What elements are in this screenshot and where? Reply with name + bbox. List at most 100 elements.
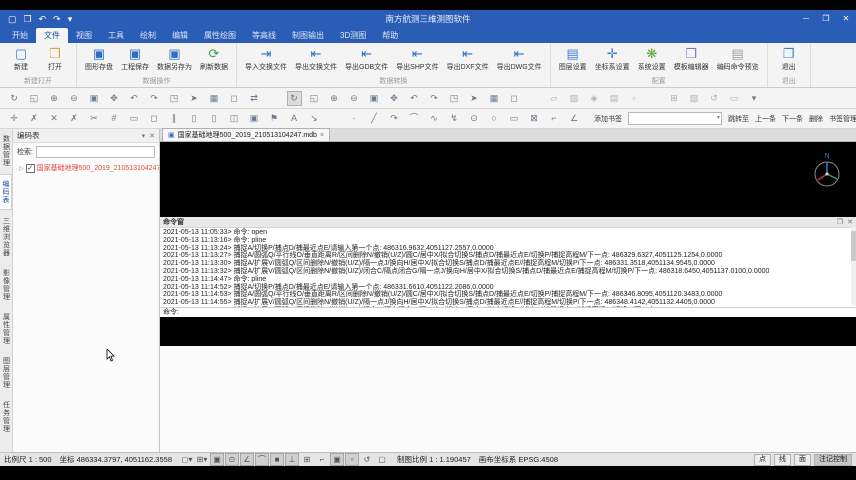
ribbon-tab[interactable]: 文件 <box>36 28 68 43</box>
tree-checkbox[interactable]: ✓ <box>26 164 35 173</box>
ribbon-tab[interactable]: 绘制 <box>132 28 164 43</box>
tree-row[interactable]: ▷ ✓ 国家基础地理500_2019_210513104247.mdb (.. <box>13 161 159 173</box>
ribbon-tab[interactable]: 属性绘图 <box>196 28 244 43</box>
toolbar-icon[interactable]: ▨ <box>567 91 582 106</box>
status-toggle-icon[interactable]: ↺ <box>360 453 374 466</box>
toolbar-icon[interactable]: ◱ <box>307 91 322 106</box>
toolbar-icon[interactable]: ▫ <box>627 91 642 106</box>
ribbon-button[interactable]: ❋ 系统设置 <box>635 45 669 72</box>
toolbar-icon[interactable]: ◈ <box>587 91 602 106</box>
toolbar-icon[interactable]: ∥ <box>167 111 182 126</box>
toolbar-icon[interactable]: ↘ <box>307 111 322 126</box>
panel-window-icon[interactable]: ✕ <box>847 218 853 226</box>
toolbar-icon[interactable]: ∿ <box>427 111 442 126</box>
side-tab[interactable]: 任务管理 <box>1 396 12 438</box>
toolbar-icon[interactable]: ⊠ <box>527 111 542 126</box>
status-toggle-icon[interactable]: ⊙ <box>225 453 239 466</box>
ribbon-button[interactable]: ✛ 坐标系设置 <box>592 45 633 72</box>
tree-expander-icon[interactable]: ▷ <box>19 165 24 172</box>
document-tab[interactable]: ▣ 国家基础地理500_2019_210513104247.mdb × <box>162 128 330 141</box>
ribbon-button[interactable]: ▣ 工程保存 <box>118 45 152 72</box>
status-mode-button[interactable]: 线 <box>774 454 791 466</box>
ribbon-tab[interactable]: 编辑 <box>164 28 196 43</box>
side-tab[interactable]: 图层管理 <box>1 352 12 394</box>
side-tab[interactable]: 属性管理 <box>1 308 12 350</box>
toolbar-icon[interactable]: ⊕ <box>327 91 342 106</box>
quick-access-icon[interactable]: ❒ <box>24 10 32 28</box>
goto-bookmark-button[interactable]: 跳转至 <box>728 114 749 124</box>
command-input[interactable]: 命令: <box>160 307 856 317</box>
ribbon-button[interactable]: ⟳ 刷新数据 <box>197 45 231 72</box>
toolbar-icon[interactable]: ↷ <box>427 91 442 106</box>
toolbar-icon[interactable]: ➤ <box>187 91 202 106</box>
toolbar-icon[interactable]: ↺ <box>707 91 722 106</box>
toolbar-icon[interactable]: ✛ <box>7 111 22 126</box>
toolbar-icon[interactable]: ⚑ <box>267 111 282 126</box>
toolbar-icon[interactable]: ⌐ <box>547 111 562 126</box>
toolbar-icon[interactable]: ✥ <box>107 91 122 106</box>
toolbar-icon[interactable]: ◻ <box>507 91 522 106</box>
toolbar-icon[interactable]: ◱ <box>27 91 42 106</box>
ribbon-tab[interactable]: 开始 <box>4 28 36 43</box>
toolbar-icon[interactable]: ▯ <box>187 111 202 126</box>
toolbar-icon[interactable]: ↻ <box>7 91 22 106</box>
side-tab[interactable]: 数据管理 <box>1 130 12 172</box>
quick-access-icon[interactable]: ▢ <box>8 10 17 28</box>
toolbar-icon[interactable]: ✂ <box>87 111 102 126</box>
panel-window-icon[interactable]: ❐ <box>837 218 843 226</box>
toolbar-icon[interactable]: ▭ <box>127 111 142 126</box>
toolbar-icon[interactable] <box>647 91 662 106</box>
toolbar-icon[interactable]: ▣ <box>367 91 382 106</box>
ribbon-tab[interactable]: 3D测图 <box>332 28 374 43</box>
toolbar-icon[interactable]: ✕ <box>47 111 62 126</box>
status-toggle-icon[interactable]: ⊥ <box>285 453 299 466</box>
toolbar-icon[interactable]: ✗ <box>27 111 42 126</box>
toolbar-icon[interactable]: ↷ <box>147 91 162 106</box>
ribbon-button[interactable]: ▢ 新建 <box>5 45 37 72</box>
ribbon-button[interactable]: ▤ 图层设置 <box>556 45 590 72</box>
status-toggle-icon[interactable]: ▢ <box>375 453 389 466</box>
side-tab[interactable]: 编码表 <box>0 174 12 210</box>
toolbar-icon[interactable]: ▣ <box>247 111 262 126</box>
toolbar-icon[interactable]: ▧ <box>687 91 702 106</box>
status-toggle-icon[interactable]: ∠ <box>240 453 254 466</box>
status-toggle-icon[interactable]: ▫ <box>345 453 359 466</box>
toolbar-icon[interactable]: ↻ <box>287 91 302 106</box>
ribbon-tab[interactable]: 视图 <box>68 28 100 43</box>
toolbar-icon[interactable]: ◳ <box>447 91 462 106</box>
delete-bookmark-button[interactable]: 删除 <box>809 114 823 124</box>
status-toggle-icon[interactable]: ■ <box>270 453 284 466</box>
ribbon-tab[interactable]: 工具 <box>100 28 132 43</box>
toolbar-icon[interactable]: ✥ <box>387 91 402 106</box>
side-tab[interactable]: 三维浏览器 <box>1 212 12 262</box>
toolbar-icon[interactable]: ➤ <box>467 91 482 106</box>
quick-access-icon[interactable]: ↶ <box>39 10 47 28</box>
toolbar-icon[interactable]: ╱ <box>367 111 382 126</box>
toolbar-icon[interactable]: ⇄ <box>247 91 262 106</box>
quick-access-icon[interactable]: ↷ <box>53 10 61 28</box>
toolbar-icon[interactable]: ▯ <box>207 111 222 126</box>
toolbar-icon[interactable]: · <box>347 111 362 126</box>
ribbon-button[interactable]: ⇤ 导出DXF文件 <box>444 45 492 72</box>
toolbar-icon[interactable]: ◫ <box>227 111 242 126</box>
toolbar-icon[interactable]: ⊕ <box>47 91 62 106</box>
ribbon-button[interactable]: ⇤ 导出SHP文件 <box>393 45 441 72</box>
status-toggle-icon[interactable]: ◻▾ <box>180 453 194 466</box>
bookmark-combo-input[interactable] <box>628 112 722 125</box>
toolbar-icon[interactable]: ▦ <box>487 91 502 106</box>
ribbon-button[interactable]: ⇤ 导出GDB文件 <box>342 45 391 72</box>
ribbon-tab[interactable]: 等高线 <box>244 28 284 43</box>
status-mode-button[interactable]: 面 <box>794 454 811 466</box>
toolbar-icon[interactable]: ⊖ <box>347 91 362 106</box>
toolbar-icon[interactable]: ⌒ <box>407 111 422 126</box>
status-toggle-icon[interactable]: ▣ <box>330 453 344 466</box>
window-control-button[interactable]: ✕ <box>836 10 856 28</box>
status-toggle-icon[interactable]: ⊞ <box>300 453 314 466</box>
toolbar-icon[interactable]: ⊖ <box>67 91 82 106</box>
toolbar-icon[interactable]: ▤ <box>607 91 622 106</box>
ribbon-button[interactable]: ▤ 编码命令预览 <box>714 45 762 72</box>
toolbar-icon[interactable]: ✗ <box>67 111 82 126</box>
toolbar-icon[interactable]: ▾ <box>747 91 762 106</box>
toolbar-icon[interactable]: ⊞ <box>667 91 682 106</box>
toolbar-icon[interactable]: ▣ <box>87 91 102 106</box>
